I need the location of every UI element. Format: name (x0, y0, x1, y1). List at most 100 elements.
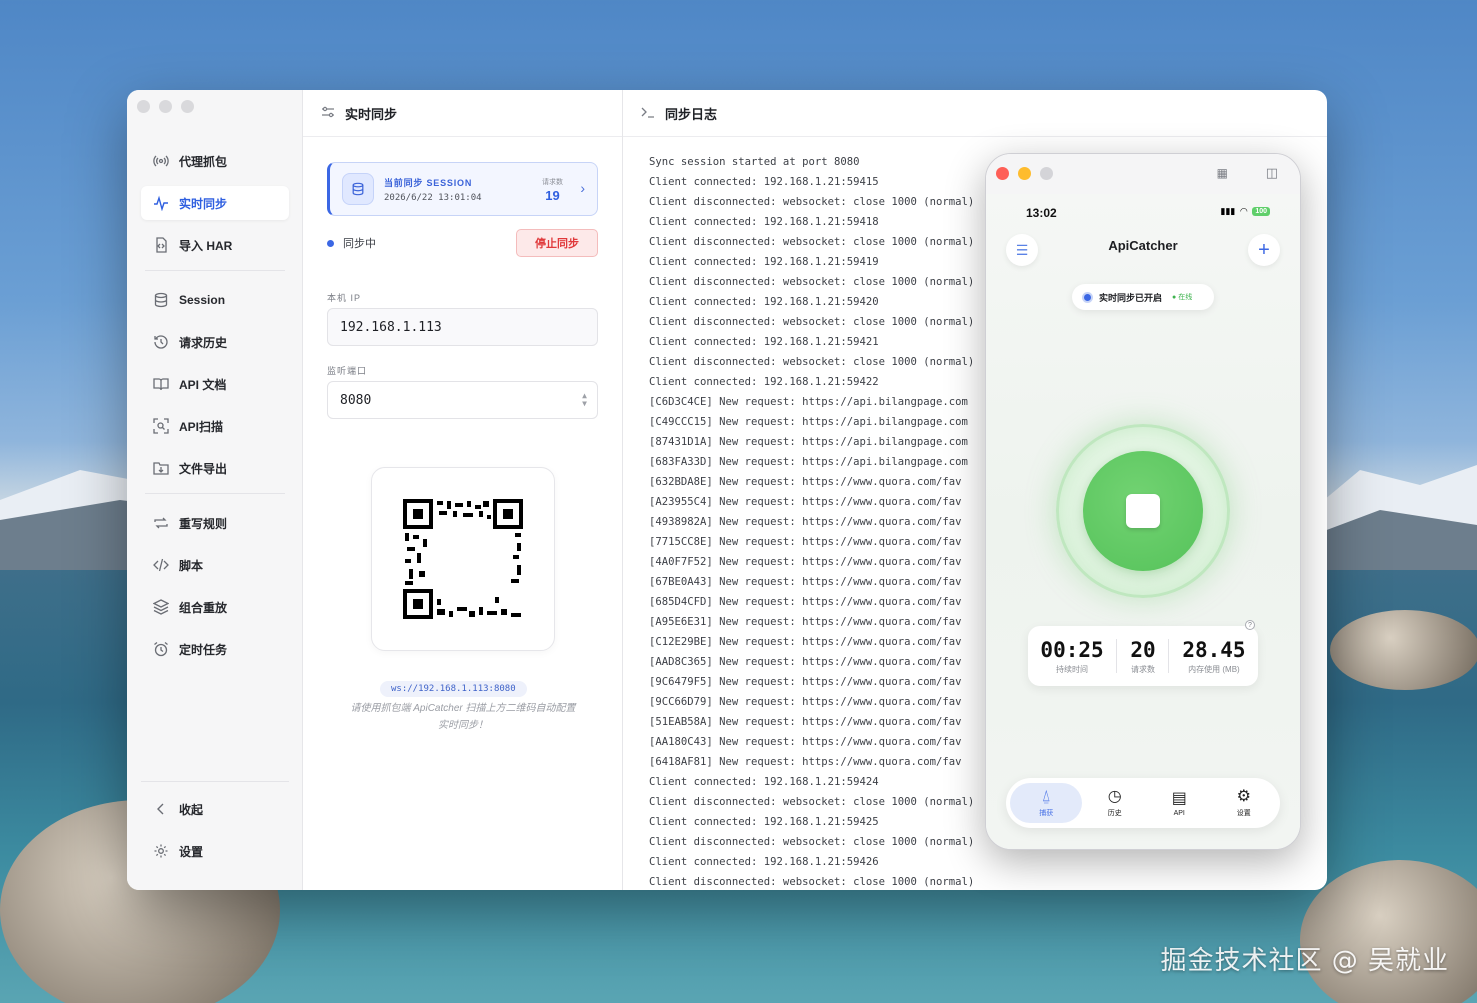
minimize-window-button[interactable] (159, 100, 172, 113)
log-line: Client disconnected: websocket: close 10… (649, 316, 975, 328)
request-count-value: 19 (545, 188, 560, 203)
phone-tab-bar: ⍙ 捕获 ◷ 历史 ▤ API ⚙ 设置 (1006, 778, 1280, 828)
ip-field[interactable]: 192.168.1.113 (327, 308, 598, 346)
sidebar-item-session[interactable]: Session (141, 283, 289, 317)
stat-duration: 00:25 持续时间 (1040, 638, 1103, 675)
sidebar-item-script[interactable]: 脚本 (141, 548, 289, 582)
database-icon (153, 292, 169, 308)
status-dot-icon (327, 239, 334, 247)
port-field[interactable]: 8080 ▲ ▼ (327, 381, 598, 419)
sidebar-item-rewrite[interactable]: 重写规则 (141, 506, 289, 540)
duration-label: 持续时间 (1056, 664, 1089, 674)
broadcast-icon (153, 153, 169, 169)
sidebar-item-label: Session (179, 293, 226, 307)
port-label: 监听端口 (327, 366, 368, 376)
qr-code (403, 499, 523, 619)
sidebar-item-history[interactable]: 请求历史 (141, 325, 289, 359)
divider (1116, 639, 1118, 673)
log-line: Client connected: 192.168.1.21:59415 (649, 176, 879, 188)
simulator-window-controls (996, 167, 1053, 180)
battery-icon: 100 (1252, 207, 1270, 216)
sidebar-item-label: API 文档 (179, 377, 227, 392)
duration-value: 00:25 (1040, 637, 1104, 662)
log-line: Sync session started at port 8080 (649, 156, 860, 168)
sync-panel-title: 实时同步 (345, 106, 398, 122)
requests-value: 20 (1130, 637, 1156, 662)
log-line: Client connected: 192.168.1.21:59420 (649, 296, 879, 308)
collapse-label: 收起 (179, 802, 204, 817)
log-line: [7715CC8E] New request: https://www.quor… (649, 536, 962, 548)
log-line: [C6D3C4CE] New request: https://api.bila… (649, 396, 968, 408)
log-panel-title: 同步日志 (665, 106, 718, 122)
tab-label: API (1173, 809, 1185, 817)
tab-label: 历史 (1107, 810, 1122, 817)
memory-label: 内存使用 (MB) (1188, 664, 1240, 674)
sidebar-item-scheduled-task[interactable]: 定时任务 (141, 632, 289, 666)
sidebar-item-combo-replay[interactable]: 组合重放 (141, 590, 289, 624)
log-line: Client connected: 192.168.1.21:59421 (649, 336, 879, 348)
tab-settings[interactable]: ⚙ 设置 (1212, 783, 1276, 823)
divider (145, 493, 285, 494)
sidebar-item-proxy[interactable]: 代理抓包 (141, 144, 289, 178)
zoom-window-button[interactable] (181, 100, 194, 113)
qr-code-card (371, 467, 555, 651)
ip-label: 本机 IP (327, 293, 362, 303)
log-line: Client disconnected: websocket: close 10… (649, 836, 975, 848)
current-session-card[interactable]: 当前同步 SESSION 2026/6/22 13:01:04 请求数 19 › (327, 162, 598, 216)
rewrite-icon (153, 515, 169, 531)
divider (1168, 639, 1170, 673)
sidebar-item-api-scan[interactable]: API扫描 (141, 409, 289, 443)
sidebar-item-label: 文件导出 (179, 461, 228, 476)
chevron-left-icon (153, 801, 169, 817)
phone-screen: 13:02 ▮▮▮ ◠ 100 ☰ ApiCatcher + 实时同步已开启 ●… (986, 194, 1300, 849)
sidebar-toggle-icon[interactable]: ◫ (1266, 165, 1278, 181)
log-line: [6418AF81] New request: https://www.quor… (649, 756, 962, 768)
sync-pill-text: 实时同步已开启 (1099, 292, 1163, 303)
sync-status-text: 同步中 (343, 238, 376, 250)
sidebar-item-import-har[interactable]: 导入 HAR (141, 228, 289, 262)
log-line: [C12E29BE] New request: https://www.quor… (649, 636, 962, 648)
export-icon (153, 460, 169, 476)
settings-button[interactable]: 设置 (141, 834, 289, 868)
tab-history[interactable]: ◷ 历史 (1083, 783, 1147, 823)
sidebar-item-label: 重写规则 (179, 516, 228, 531)
tab-capture[interactable]: ⍙ 捕获 (1010, 783, 1083, 823)
port-stepper[interactable]: ▲ ▼ (582, 392, 587, 408)
sync-status: 同步中 (327, 235, 376, 251)
sidebar-item-api-docs[interactable]: API 文档 (141, 367, 289, 401)
memory-value: 28.45 (1182, 637, 1246, 662)
log-line: Client connected: 192.168.1.21:59426 (649, 856, 879, 868)
collapse-sidebar-button[interactable]: 收起 (141, 792, 289, 826)
requests-label: 请求数 (1130, 664, 1155, 674)
close-window-button[interactable] (996, 167, 1009, 180)
gear-icon: ⚙ (1236, 788, 1251, 805)
request-count-label: 请求数 (542, 179, 563, 186)
tab-label: 设置 (1236, 810, 1251, 817)
sidebar-item-label: 脚本 (179, 558, 204, 573)
background-rock (1330, 610, 1477, 690)
sidebar-item-label: 代理抓包 (179, 154, 228, 169)
stop-icon (1126, 494, 1160, 528)
history-icon (153, 334, 169, 350)
sidebar-item-realtime-sync[interactable]: 实时同步 (141, 186, 289, 220)
layers-icon (153, 599, 169, 615)
sidebar-item-file-export[interactable]: 文件导出 (141, 451, 289, 485)
plus-icon: + (1258, 238, 1270, 261)
log-line: [87431D1A] New request: https://api.bila… (649, 436, 968, 448)
zoom-window-button[interactable] (1040, 167, 1053, 180)
help-icon[interactable]: ? (1245, 620, 1255, 630)
sync-panel-header: 实时同步 (303, 90, 622, 137)
terminal-icon (641, 105, 655, 122)
log-line: Client connected: 192.168.1.21:59419 (649, 256, 879, 268)
tab-api[interactable]: ▤ API (1147, 783, 1211, 823)
add-button[interactable]: + (1248, 234, 1280, 266)
sync-panel: 实时同步 当前同步 SESSION 2026/6/22 13:01:04 请求数… (303, 90, 623, 890)
document-icon: ▤ (1171, 789, 1187, 807)
simulator-titlebar: ▦ ◫ (986, 154, 1300, 194)
minimize-window-button[interactable] (1018, 167, 1031, 180)
log-line: [A95E6E31] New request: https://www.quor… (649, 616, 962, 628)
stop-sync-button[interactable]: 停止同步 (516, 229, 598, 257)
close-window-button[interactable] (137, 100, 150, 113)
wifi-icon: ◠ (1240, 206, 1248, 216)
grid-icon[interactable]: ▦ (1217, 166, 1228, 180)
